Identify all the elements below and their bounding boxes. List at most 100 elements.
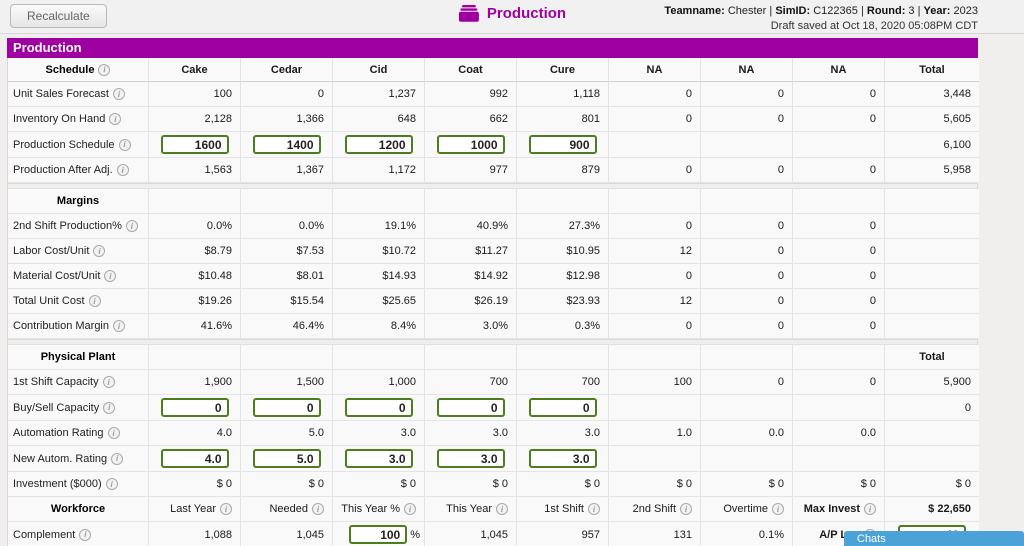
round-label: Round:	[866, 5, 906, 17]
cell-value: 0.1%	[758, 528, 784, 541]
cell-value: 0	[869, 164, 876, 176]
cell-value: $23.93	[566, 295, 600, 307]
cell-schedule-col7: NA	[793, 58, 885, 82]
cell-physical-plant-col3	[425, 345, 517, 370]
cell-contribution-margin-col6: 0	[701, 314, 793, 339]
info-icon[interactable]	[107, 427, 120, 439]
buy-sell-capacity-input-col0[interactable]	[160, 398, 229, 417]
production-schedule-input-col2[interactable]	[344, 135, 413, 154]
info-icon[interactable]	[404, 503, 416, 515]
buy-sell-capacity-input-col2[interactable]	[344, 398, 413, 417]
row-automation-rating: Automation Rating 4.0 5.0 3.0 3.0 3.0 1.0 0.0 0.…	[8, 421, 979, 446]
cell-value: $ 22,650	[928, 503, 971, 515]
cell-value: 0	[777, 113, 784, 125]
info-icon[interactable]	[112, 88, 125, 100]
cell-value: 0	[869, 88, 876, 100]
new-autom-rating-input-col3[interactable]	[436, 449, 505, 468]
info-icon[interactable]	[104, 270, 117, 282]
cell-complement-col0: 1,088	[149, 522, 241, 546]
production-schedule-input-col0[interactable]	[160, 135, 229, 154]
cell-production-schedule-col5	[609, 132, 701, 158]
info-icon[interactable]	[113, 320, 125, 332]
teamname-value: Chester	[727, 5, 767, 17]
info-icon[interactable]	[312, 503, 324, 515]
cell-contribution-margin-col1: 46.4%	[241, 314, 333, 339]
info-icon[interactable]	[680, 503, 692, 515]
cell-value: 41.6%	[200, 320, 232, 332]
cell-unit-sales-forecast-col3: 992	[425, 82, 517, 107]
cell-value: Total	[919, 63, 945, 76]
production-schedule-input-col4[interactable]	[528, 135, 597, 154]
info-icon[interactable]	[93, 245, 106, 257]
row-label: Total Unit Cost	[13, 295, 85, 307]
new-autom-rating-input-col0[interactable]	[160, 449, 229, 468]
cell-2nd-shift-production-col6: 0	[701, 214, 793, 239]
cell-value: 957	[581, 528, 600, 541]
info-icon[interactable]	[220, 503, 232, 515]
info-icon[interactable]	[111, 452, 124, 465]
cell-labor-cost-unit-col6: 0	[701, 239, 793, 264]
info-icon[interactable]	[103, 401, 116, 414]
cell-value: 0	[777, 164, 784, 176]
cell-total-unit-cost-col3: $26.19	[425, 289, 517, 314]
cell-physical-plant-col4	[517, 345, 609, 370]
row-production-after-adj: Production After Adj. 1,563 1,367 1,172 977 8…	[8, 158, 979, 183]
cell-value: 3,448	[943, 88, 971, 100]
cell-new-autom-rating-col3	[425, 446, 517, 472]
info-icon[interactable]	[79, 528, 92, 541]
year-value: 2023	[953, 5, 978, 17]
cell-buy-sell-capacity-col0	[149, 395, 241, 421]
info-icon[interactable]	[118, 138, 131, 151]
cell-value: This Year	[446, 503, 492, 515]
cell-value: 1,045	[296, 528, 324, 541]
complement-input-col2[interactable]	[349, 525, 408, 544]
new-autom-rating-input-col4[interactable]	[528, 449, 597, 468]
info-icon[interactable]	[116, 164, 129, 176]
info-icon[interactable]	[98, 63, 111, 76]
new-autom-rating-input-col1[interactable]	[252, 449, 321, 468]
info-icon[interactable]	[496, 503, 508, 515]
info-icon[interactable]	[125, 220, 138, 232]
info-icon[interactable]	[772, 503, 784, 515]
cell-value: 0	[777, 88, 784, 100]
recalculate-button[interactable]: Recalculate	[10, 4, 107, 28]
production-schedule-input-col1[interactable]	[252, 135, 321, 154]
cell-workforce-col1: Needed	[241, 497, 333, 522]
cell-value: $ 0	[860, 478, 876, 490]
info-icon[interactable]	[109, 113, 122, 125]
cell-margins-col8	[885, 189, 979, 214]
cell-production-schedule-col7	[793, 132, 885, 158]
cell-value: 19.1%	[384, 220, 416, 232]
round-value: 3	[908, 5, 915, 17]
chat-bar[interactable]: Chats	[844, 531, 1024, 546]
cell-workforce-col3: This Year	[425, 497, 517, 522]
cell-value: Cake	[181, 63, 208, 76]
info-icon[interactable]	[588, 503, 600, 515]
buy-sell-capacity-input-col3[interactable]	[436, 398, 505, 417]
page-title-text: Production	[486, 5, 567, 22]
info-icon[interactable]	[105, 478, 118, 490]
cell-production-after-adj-col5: 0	[609, 158, 701, 183]
info-icon[interactable]	[864, 503, 876, 515]
row-label: New Autom. Rating	[13, 452, 108, 465]
cell-unit-sales-forecast-col0: 100	[149, 82, 241, 107]
cell-value: Cedar	[270, 63, 303, 76]
cell-2nd-shift-production-col0: 0.0%	[149, 214, 241, 239]
row-label: Margins	[56, 195, 100, 207]
cell-value: 0	[777, 320, 784, 332]
info-icon[interactable]	[102, 376, 115, 388]
cell-value: 27.3%	[568, 220, 600, 232]
buy-sell-capacity-input-col1[interactable]	[252, 398, 321, 417]
cell-margins-col1	[241, 189, 333, 214]
row-production-schedule: Production Schedule 6,100	[8, 132, 979, 158]
production-schedule-input-col3[interactable]	[436, 135, 505, 154]
cell-value: $ 0	[400, 478, 416, 490]
cell-total-unit-cost-col0: $19.26	[149, 289, 241, 314]
cell-value: 2,128	[204, 113, 232, 125]
cell-value: $10.48	[198, 270, 232, 282]
new-autom-rating-input-col2[interactable]	[344, 449, 413, 468]
row-label-cell: Contribution Margin	[8, 314, 149, 339]
cell-value: $14.93	[382, 270, 416, 282]
info-icon[interactable]	[88, 295, 101, 307]
buy-sell-capacity-input-col4[interactable]	[528, 398, 597, 417]
